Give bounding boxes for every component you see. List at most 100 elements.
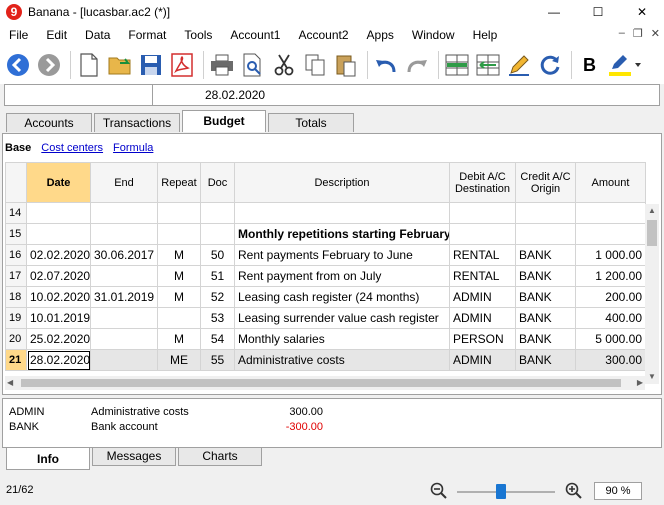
cell-doc[interactable]: [200, 202, 235, 224]
cell-debit[interactable]: [449, 223, 516, 245]
undo-icon[interactable]: [372, 50, 399, 80]
cell-reference-field[interactable]: [5, 85, 153, 105]
table-row[interactable]: 15 Monthly repetitions starting February: [5, 223, 646, 245]
cell-end[interactable]: [90, 265, 158, 287]
tab-charts[interactable]: Charts: [178, 448, 262, 466]
tab-budget[interactable]: Budget: [182, 110, 266, 132]
cell-doc[interactable]: 52: [200, 286, 235, 308]
cell-end[interactable]: [90, 349, 158, 371]
zoom-slider-thumb[interactable]: [496, 484, 506, 499]
forward-icon[interactable]: [35, 50, 62, 80]
cell-amount[interactable]: 5 000.00: [575, 328, 646, 350]
cell-end[interactable]: [90, 223, 158, 245]
cell-credit[interactable]: BANK: [515, 286, 576, 308]
column-header-repeat[interactable]: Repeat: [157, 162, 201, 203]
cell-doc[interactable]: 54: [200, 328, 235, 350]
bold-icon[interactable]: B: [576, 50, 603, 80]
cell-description[interactable]: Leasing cash register (24 months): [234, 286, 450, 308]
cell-credit[interactable]: [515, 202, 576, 224]
maximize-button[interactable]: ☐: [576, 0, 620, 24]
cell-description[interactable]: Leasing surrender value cash register: [234, 307, 450, 329]
zoom-level-field[interactable]: 90 %: [594, 482, 642, 500]
tab-messages[interactable]: Messages: [92, 448, 176, 466]
cell-repeat[interactable]: [157, 307, 201, 329]
cell-amount[interactable]: 1 200.00: [575, 265, 646, 287]
pencil-icon[interactable]: [505, 50, 532, 80]
view-formula[interactable]: Formula: [113, 142, 153, 154]
cell-repeat[interactable]: ME: [157, 349, 201, 371]
tab-transactions[interactable]: Transactions: [94, 113, 180, 132]
cut-icon[interactable]: [270, 50, 297, 80]
column-header-description[interactable]: Description: [234, 162, 450, 203]
doc-close-button[interactable]: ✕: [651, 27, 660, 40]
cell-debit[interactable]: RENTAL: [449, 265, 516, 287]
table-row[interactable]: 16 02.02.2020 30.06.2017 M 50 Rent payments F…: [5, 244, 646, 266]
cell-credit[interactable]: BANK: [515, 328, 576, 350]
column-header-doc[interactable]: Doc: [200, 162, 235, 203]
menu-file[interactable]: File: [0, 24, 37, 46]
cell-description[interactable]: Monthly repetitions starting February: [234, 223, 450, 245]
cell-amount[interactable]: 400.00: [575, 307, 646, 329]
table-row[interactable]: 19 10.01.2019 53 Leasing surrender value ca…: [5, 307, 646, 329]
highlight-icon[interactable]: [607, 50, 643, 80]
scroll-right-icon[interactable]: ▶: [637, 376, 643, 390]
cell-doc[interactable]: 50: [200, 244, 235, 266]
menu-format[interactable]: Format: [119, 24, 175, 46]
cell-repeat[interactable]: M: [157, 286, 201, 308]
paste-icon[interactable]: [332, 50, 359, 80]
print-icon[interactable]: [208, 50, 235, 80]
cell-doc[interactable]: 55: [200, 349, 235, 371]
pdf-icon[interactable]: [168, 50, 195, 80]
new-file-icon[interactable]: [75, 50, 102, 80]
zoom-slider-track[interactable]: [457, 491, 555, 493]
menu-help[interactable]: Help: [464, 24, 507, 46]
back-icon[interactable]: [4, 50, 31, 80]
cell-repeat[interactable]: M: [157, 244, 201, 266]
table-row[interactable]: 21 28.02.2020 ME 55 Administrative costs ADMI…: [5, 349, 646, 371]
cell-credit[interactable]: [515, 223, 576, 245]
menu-tools[interactable]: Tools: [175, 24, 221, 46]
scroll-thumb[interactable]: [647, 220, 657, 246]
refresh-icon[interactable]: [536, 50, 563, 80]
cell-debit[interactable]: ADMIN: [449, 307, 516, 329]
save-icon[interactable]: [137, 50, 164, 80]
scroll-down-icon[interactable]: ▼: [645, 370, 659, 384]
column-header-end[interactable]: End: [90, 162, 158, 203]
cell-date[interactable]: 02.07.2020: [26, 265, 91, 287]
table-row[interactable]: 17 02.07.2020 M 51 Rent payment from on July…: [5, 265, 646, 287]
zoom-out-icon[interactable]: [430, 482, 448, 500]
cell-repeat[interactable]: M: [157, 265, 201, 287]
redo-icon[interactable]: [403, 50, 430, 80]
view-cost-centers[interactable]: Cost centers: [41, 142, 103, 154]
cell-description[interactable]: Rent payment from on July: [234, 265, 450, 287]
cell-date[interactable]: 02.02.2020: [26, 244, 91, 266]
close-button[interactable]: ✕: [620, 0, 664, 24]
cell-end[interactable]: [90, 202, 158, 224]
view-base[interactable]: Base: [5, 142, 31, 154]
column-header-credit[interactable]: Credit A/C Origin: [515, 162, 576, 203]
menu-account2[interactable]: Account2: [289, 24, 357, 46]
menu-window[interactable]: Window: [403, 24, 464, 46]
cell-credit[interactable]: BANK: [515, 244, 576, 266]
cell-credit[interactable]: BANK: [515, 307, 576, 329]
cell-date[interactable]: 10.02.2020: [26, 286, 91, 308]
scroll-up-icon[interactable]: ▲: [645, 204, 659, 218]
cell-amount[interactable]: [575, 223, 646, 245]
cell-credit[interactable]: BANK: [515, 265, 576, 287]
zoom-in-icon[interactable]: [565, 482, 583, 500]
vertical-scrollbar[interactable]: ▲ ▼: [645, 204, 659, 384]
cell-amount[interactable]: 1 000.00: [575, 244, 646, 266]
cell-date[interactable]: [26, 223, 91, 245]
cell-debit[interactable]: ADMIN: [449, 286, 516, 308]
cell-date[interactable]: 25.02.2020: [26, 328, 91, 350]
cell-end[interactable]: [90, 307, 158, 329]
doc-minimize-button[interactable]: –: [619, 27, 625, 40]
cell-date[interactable]: [26, 202, 91, 224]
minimize-button[interactable]: —: [532, 0, 576, 24]
table-row[interactable]: 14: [5, 202, 646, 224]
horizontal-scrollbar[interactable]: ◀ ▶: [5, 376, 645, 390]
cell-date[interactable]: 10.01.2019: [26, 307, 91, 329]
cell-address-bar[interactable]: 28.02.2020: [4, 84, 660, 106]
cell-description[interactable]: Monthly salaries: [234, 328, 450, 350]
cell-amount[interactable]: [575, 202, 646, 224]
